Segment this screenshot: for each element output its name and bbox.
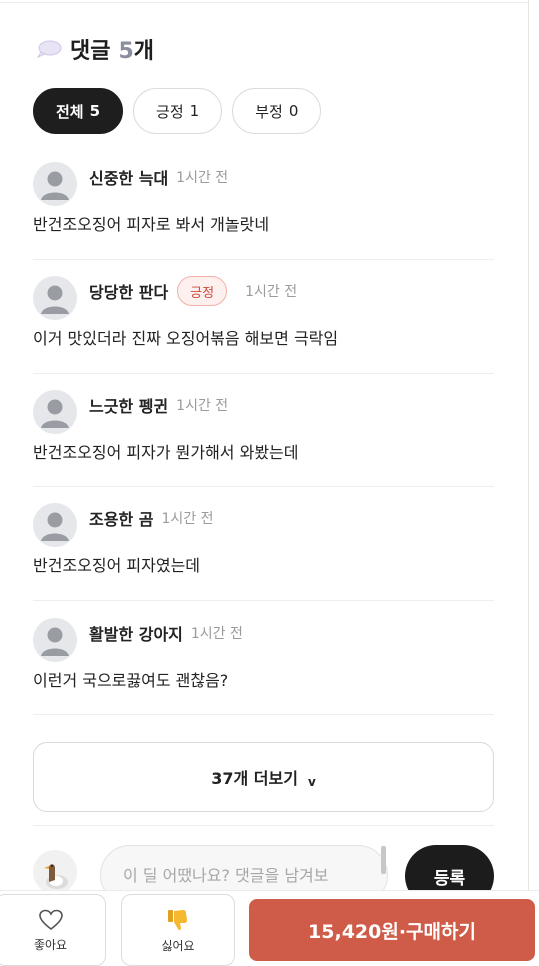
comment-input-row: 등록 bbox=[33, 838, 494, 907]
comment-item: 조용한 곰 1시간 전 반건조오징어 피자였는데 bbox=[33, 502, 494, 576]
avatar bbox=[33, 618, 77, 662]
duck-avatar-icon bbox=[44, 864, 68, 889]
comment-item: 신중한 늑대 1시간 전 반건조오징어 피자로 봐서 개놀랏네 bbox=[33, 161, 494, 235]
load-more-label: 37개 더보기 bbox=[211, 769, 298, 788]
comment-divider bbox=[33, 373, 494, 374]
user-silhouette-icon bbox=[41, 399, 69, 428]
like-label: 좋아요 bbox=[33, 937, 68, 952]
comment-author: 조용한 곰 bbox=[89, 510, 154, 529]
comments-count: 5 bbox=[118, 39, 134, 64]
dislike-label: 싫어요 bbox=[161, 938, 195, 953]
filter-positive-label: 긍정 bbox=[156, 102, 184, 121]
panel-edge bbox=[528, 0, 529, 890]
user-silhouette-icon bbox=[41, 627, 69, 656]
avatar bbox=[33, 390, 77, 434]
filter-all[interactable]: 전체 5 bbox=[33, 88, 124, 134]
top-divider bbox=[0, 2, 528, 3]
comments-count-unit: 개 bbox=[133, 39, 155, 64]
comment-item: 당당한 판다 긍정 1시간 전 이거 맛있더라 진짜 오징어볶음 해보면 극락임 bbox=[33, 275, 494, 349]
comment-divider bbox=[33, 714, 494, 715]
user-silhouette-icon bbox=[41, 171, 69, 200]
comment-text: 반건조오징어 피자였는데 bbox=[33, 556, 201, 575]
comment-author: 느긋한 펭귄 bbox=[89, 397, 169, 416]
comment-time: 1시간 전 bbox=[190, 626, 243, 642]
comment-time: 1시간 전 bbox=[176, 398, 229, 414]
comment-time: 1시간 전 bbox=[245, 284, 298, 300]
filter-negative[interactable]: 부정 0 bbox=[232, 88, 322, 134]
bottom-action-bar: 좋아요 싫어요 15,420원·구매하기 bbox=[0, 890, 539, 966]
filter-tabs: 전체 5 긍정 1 부정 0 bbox=[33, 88, 322, 134]
buy-button[interactable]: 15,420원·구매하기 bbox=[249, 899, 535, 961]
comment-divider bbox=[33, 486, 494, 487]
dislike-button[interactable]: 싫어요 bbox=[121, 894, 235, 966]
comment-time: 1시간 전 bbox=[176, 170, 229, 186]
user-silhouette-icon bbox=[41, 512, 69, 541]
avatar bbox=[33, 276, 77, 320]
comment-text: 이런거 국으로끓여도 괜찮음? bbox=[33, 671, 229, 690]
filter-all-label: 전체 bbox=[56, 102, 84, 121]
comment-author: 활발한 강아지 bbox=[89, 625, 183, 644]
comment-text: 반건조오징어 피자로 봐서 개놀랏네 bbox=[33, 215, 270, 234]
my-avatar bbox=[33, 850, 77, 894]
comment-item: 활발한 강아지 1시간 전 이런거 국으로끓여도 괜찮음? bbox=[33, 617, 494, 691]
comment-text: 이거 맛있더라 진짜 오징어볶음 해보면 극락임 bbox=[33, 329, 339, 348]
comment-text: 반건조오징어 피자가 뭔가해서 와봤는데 bbox=[33, 443, 299, 462]
avatar bbox=[33, 503, 77, 547]
comment-time: 1시간 전 bbox=[161, 511, 214, 527]
comment-divider bbox=[33, 600, 494, 601]
filter-negative-count: 0 bbox=[288, 102, 299, 120]
comment-author: 신중한 늑대 bbox=[89, 169, 169, 188]
load-more-button[interactable]: 37개 더보기 v bbox=[33, 742, 494, 812]
filter-positive-count: 1 bbox=[189, 102, 200, 120]
filter-all-count: 5 bbox=[89, 102, 101, 120]
input-scrollbar[interactable] bbox=[381, 846, 386, 874]
comment-item: 느긋한 펭귄 1시간 전 반건조오징어 피자가 뭔가해서 와봤는데 bbox=[33, 389, 494, 463]
filter-negative-label: 부정 bbox=[255, 102, 283, 121]
avatar bbox=[33, 162, 77, 206]
heart-icon bbox=[38, 909, 63, 930]
user-silhouette-icon bbox=[41, 285, 69, 314]
speech-bubble-icon bbox=[36, 40, 62, 59]
thumbs-down-icon bbox=[168, 909, 187, 930]
sentiment-badge: 긍정 bbox=[177, 276, 228, 306]
like-button[interactable]: 좋아요 bbox=[0, 894, 106, 966]
comments-title: 댓글 bbox=[70, 39, 111, 64]
filter-positive[interactable]: 긍정 1 bbox=[133, 88, 223, 134]
comment-divider bbox=[33, 259, 494, 260]
comments-header: 댓글 5개 bbox=[36, 33, 154, 65]
input-divider bbox=[33, 825, 494, 826]
comment-author: 당당한 판다 bbox=[89, 283, 169, 302]
chevron-down-icon: v bbox=[307, 775, 316, 789]
